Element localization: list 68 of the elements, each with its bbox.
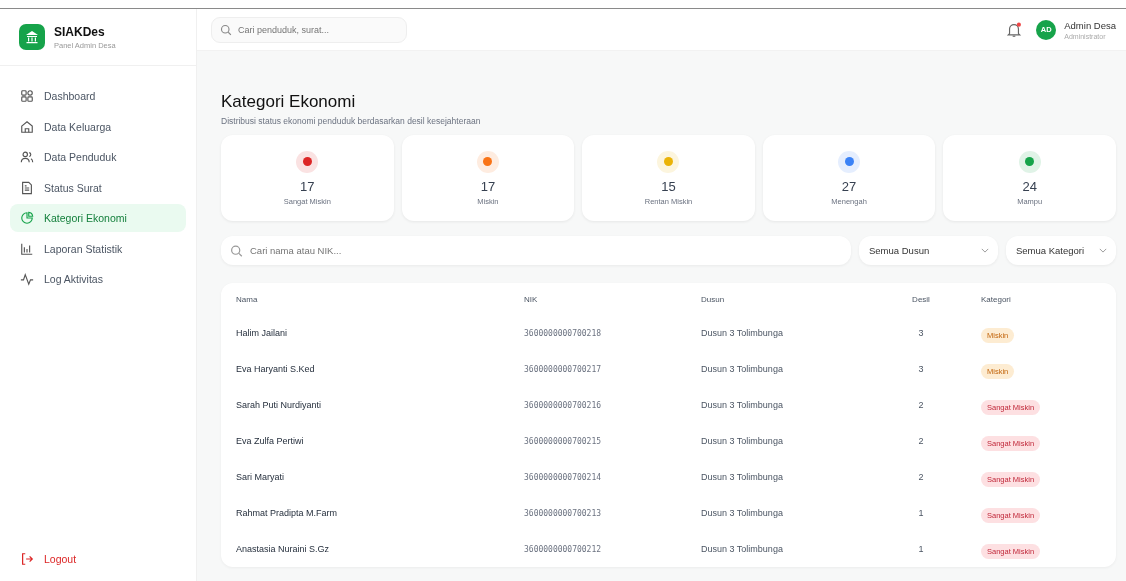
table-cell-text: 3 (917, 328, 925, 338)
logout-icon (20, 552, 34, 566)
stat-value: 17 (480, 178, 496, 194)
sidebar-item[interactable]: Log Aktivitas (10, 265, 186, 293)
app-name: SIAKDes (54, 24, 106, 39)
table-cell-text: 3600000000700218 (524, 328, 603, 338)
chevron-down-icon (1099, 248, 1107, 253)
table-cell-text: 3600000000700215 (524, 436, 603, 446)
chevron-down-icon (981, 248, 989, 253)
house-icon (20, 119, 34, 134)
grid-icon (20, 89, 34, 103)
table-cell-text: 2 (917, 436, 925, 446)
table-cell-text: Dusun 3 Tolimbunga (701, 328, 784, 338)
column-header: Desil (911, 294, 931, 304)
table-cell-text: 3600000000700214 (524, 472, 603, 482)
page-title: Kategori Ekonomi (221, 92, 357, 112)
sidebar-item[interactable]: Status Surat (10, 173, 186, 202)
document-icon (20, 180, 34, 195)
filter-dropdown[interactable]: Semua Kategori (1006, 236, 1116, 265)
table-cell-text: 3600000000700212 (524, 544, 603, 554)
page-subtitle: Distribusi status ekonomi penduduk berdasarkan desil kesejahteraan (221, 116, 482, 126)
table-cell-text: Sari Maryati (236, 472, 285, 482)
users-icon (20, 150, 34, 164)
sidebar-item[interactable]: Data Penduduk (10, 143, 186, 171)
sidebar-item[interactable]: Data Keluarga (10, 112, 186, 141)
column-header: NIK (524, 294, 539, 304)
column-header: Dusun (701, 294, 726, 304)
table-cell-text: Halim Jailani (236, 328, 289, 338)
column-header: Nama (236, 294, 259, 304)
table-cell-text: Dusun 3 Tolimbunga (701, 400, 784, 410)
search-icon (220, 23, 232, 36)
table-cell-text: Sarah Puti Nurdiyanti (236, 400, 323, 410)
sidebar-item[interactable]: Laporan Statistik (10, 234, 186, 263)
table-cell-text: Rahmat Pradipta M.Farm (236, 508, 339, 518)
stat-value: 27 (841, 178, 857, 194)
table-cell-text: Dusun 3 Tolimbunga (701, 508, 784, 518)
bank-logo-icon (19, 24, 45, 50)
search-icon (230, 244, 243, 257)
stat-value: 15 (661, 178, 676, 194)
table-cell-text: 3 (917, 364, 925, 374)
table-cell-text: Anastasia Nuraini S.Gz (236, 544, 331, 554)
filter-dropdown[interactable]: Semua Dusun (859, 236, 998, 265)
table-cell-text: 2 (917, 472, 925, 482)
search-field[interactable]: Cari nama atau NIK... (221, 236, 851, 265)
stat-value: 17 (300, 178, 315, 194)
table-cell-text: Eva Haryanti S.Ked (236, 364, 316, 374)
sidebar-item[interactable]: Dashboard (10, 82, 186, 110)
notification-bell-icon[interactable] (1006, 21, 1023, 38)
table-cell-text: 1 (917, 508, 925, 518)
table-cell-text: Dusun 3 Tolimbunga (701, 436, 784, 446)
table-cell-text: Dusun 3 Tolimbunga (701, 544, 784, 554)
table-cell-text: 2 (917, 400, 925, 410)
column-header: Kategori (980, 294, 1012, 304)
pie-chart-icon (20, 211, 34, 225)
table-cell-text: 3600000000700217 (524, 364, 603, 374)
pulse-icon (20, 272, 34, 286)
search-field[interactable]: Cari penduduk, surat... (211, 16, 407, 43)
table-cell-text: 3600000000700213 (524, 508, 603, 518)
table-cell-text: Dusun 3 Tolimbunga (701, 364, 784, 374)
table-cell-text: 3600000000700216 (524, 400, 603, 410)
logout-button[interactable]: Logout (10, 546, 87, 572)
stat-value: 24 (1022, 178, 1037, 194)
table-cell-text: 1 (917, 544, 925, 554)
bar-chart-icon (20, 241, 34, 256)
table-cell-text: Dusun 3 Tolimbunga (701, 472, 784, 482)
sidebar-item[interactable]: Kategori Ekonomi (10, 204, 186, 232)
user-name: Admin Desa (1064, 19, 1116, 31)
table-cell-text: Eva Zulfa Pertiwi (236, 436, 305, 446)
